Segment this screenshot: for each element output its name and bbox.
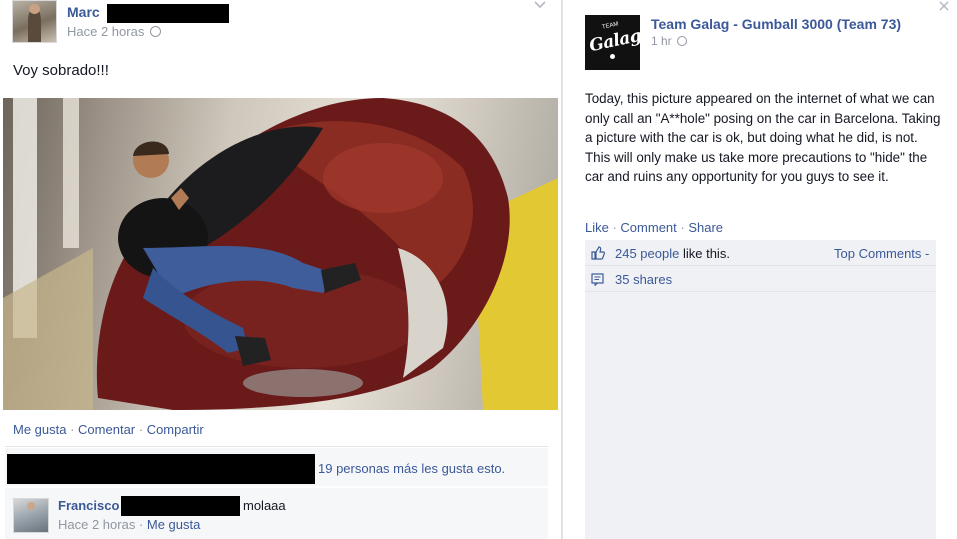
action-separator: ·	[608, 220, 621, 235]
redaction-bar	[107, 4, 229, 23]
post-actions: Like · Comment · Share	[585, 220, 723, 235]
globe-icon	[676, 36, 687, 46]
comment-meta: Hace 2 horas · Me gusta	[58, 517, 200, 532]
like-count: 245 people like this.	[615, 246, 730, 261]
divider-line	[5, 446, 548, 447]
post-actions: Me gusta · Comentar · Compartir	[13, 422, 204, 437]
like-link[interactable]: Me gusta	[13, 422, 66, 437]
redaction-bar	[121, 496, 240, 516]
comment-text: molaaa	[243, 498, 286, 513]
top-comments-dropdown[interactable]: Top Comments -	[834, 246, 929, 261]
dropdown-caret-icon: -	[925, 246, 930, 261]
page-name[interactable]: Team Galag - Gumball 3000 (Team 73)	[651, 16, 901, 32]
likes-summary[interactable]: 19 personas más les gusta esto.	[318, 461, 505, 476]
post-timestamp[interactable]: Hace 2 horas	[67, 24, 144, 39]
action-separator: ·	[135, 422, 147, 437]
thumbs-up-icon	[591, 246, 605, 260]
page-logo[interactable]: TEAM Galag	[585, 15, 640, 70]
like-link[interactable]: Like	[585, 220, 609, 235]
logo-word: Galag	[587, 25, 640, 57]
post-body-text: Today, this picture appeared on the inte…	[585, 91, 941, 184]
author-name[interactable]: Marc	[67, 4, 100, 20]
share-link[interactable]: Compartir	[147, 422, 204, 437]
post-status-text: Voy sobrado!!!	[13, 62, 109, 79]
like-count-link[interactable]: 245 people	[615, 246, 679, 261]
post-timestamp[interactable]: 1 hr	[651, 34, 672, 48]
commenter-avatar[interactable]	[13, 498, 49, 533]
redaction-bar	[7, 454, 315, 484]
share-icon	[591, 273, 604, 286]
post-meta: 1 hr	[651, 34, 687, 48]
action-separator: ·	[66, 422, 79, 437]
globe-icon	[150, 26, 162, 37]
commenter-name[interactable]: Francisco	[58, 498, 119, 513]
close-icon[interactable]	[938, 0, 950, 12]
action-separator: ·	[676, 220, 689, 235]
post-photo[interactable]	[3, 98, 558, 410]
comment-like-link[interactable]: Me gusta	[147, 517, 200, 532]
comment-timestamp[interactable]: Hace 2 horas	[58, 517, 135, 532]
action-separator: ·	[135, 517, 147, 532]
author-avatar[interactable]	[12, 0, 57, 43]
logo-small-text: TEAM	[601, 21, 620, 31]
chevron-down-icon[interactable]	[533, 0, 547, 10]
post-meta: Hace 2 horas	[67, 24, 162, 39]
top-comments-label: Top Comments	[834, 246, 922, 261]
share-count[interactable]: 35 shares	[615, 272, 672, 287]
share-link[interactable]: Share	[688, 220, 723, 235]
like-suffix: like this.	[682, 246, 730, 261]
comment-link[interactable]: Comentar	[78, 422, 135, 437]
comment-link[interactable]: Comment	[620, 220, 676, 235]
